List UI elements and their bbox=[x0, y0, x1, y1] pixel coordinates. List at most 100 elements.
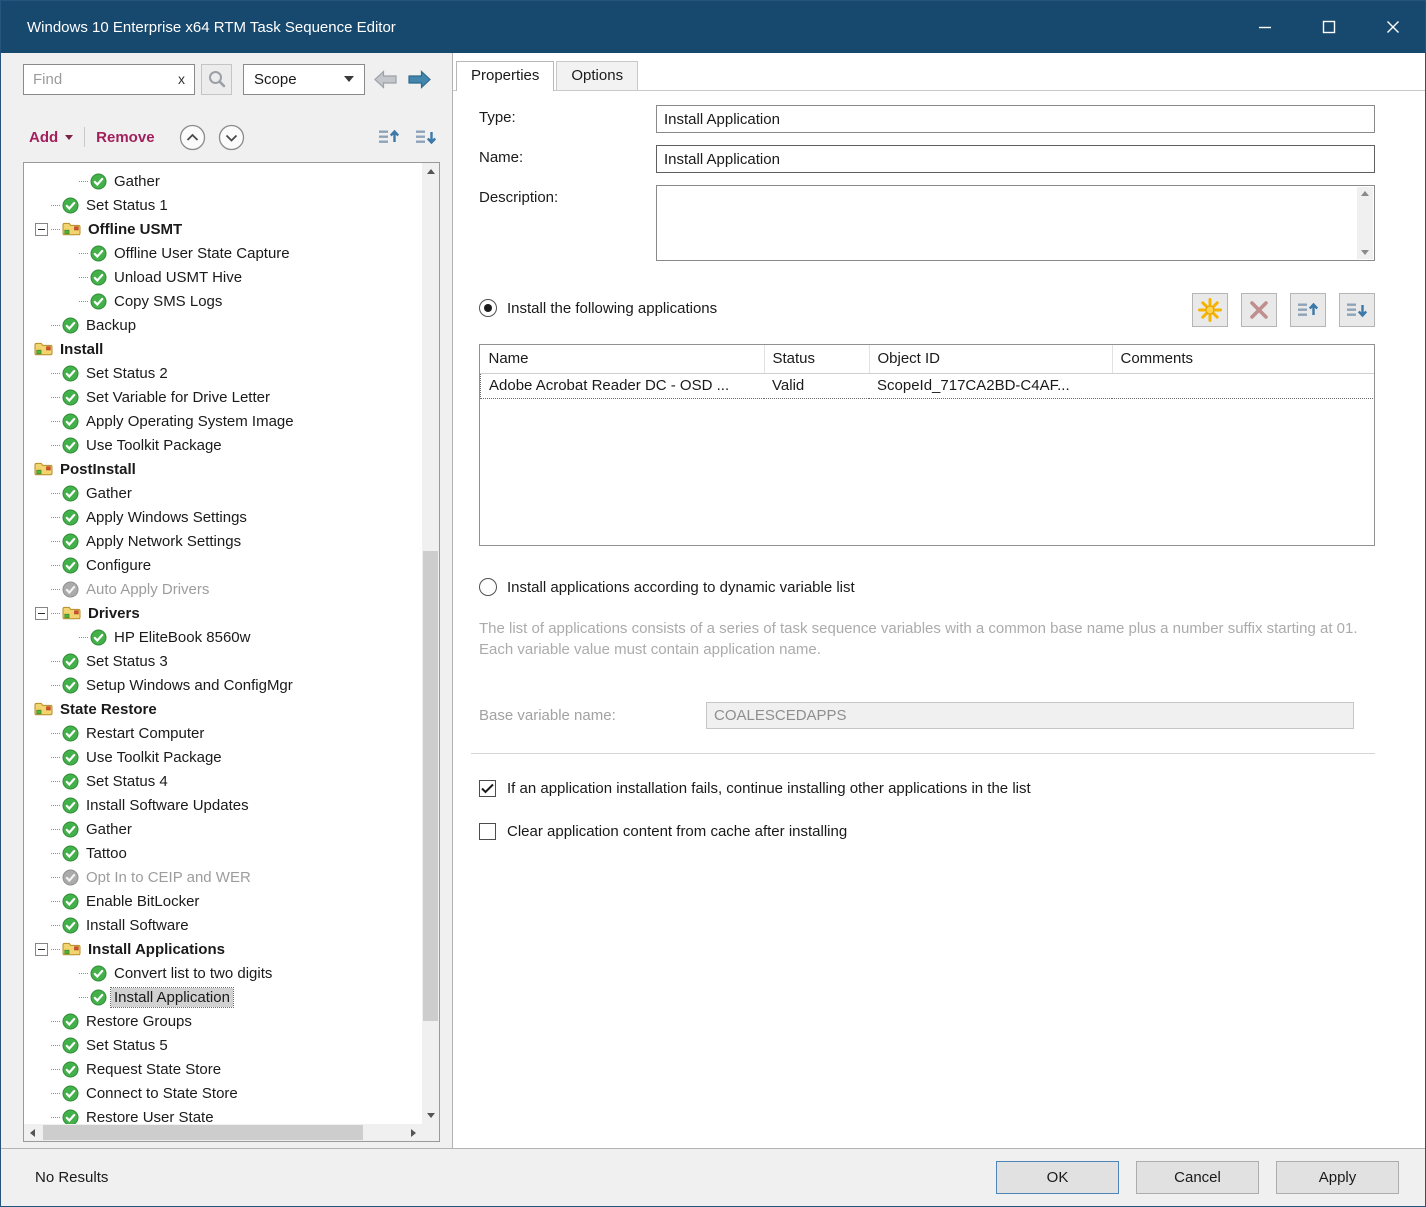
tree-step-item[interactable]: Apply Network Settings bbox=[30, 529, 422, 553]
remove-button[interactable]: Remove bbox=[96, 129, 154, 146]
tree-horizontal-scrollbar[interactable] bbox=[24, 1124, 422, 1141]
tree-step-item[interactable]: Install Software Updates bbox=[30, 793, 422, 817]
tree-step-item[interactable]: Use Toolkit Package bbox=[30, 433, 422, 457]
tree-step-item[interactable]: Set Status 3 bbox=[30, 649, 422, 673]
tree-step-item[interactable]: Enable BitLocker bbox=[30, 889, 422, 913]
tree-step-item[interactable]: Use Toolkit Package bbox=[30, 745, 422, 769]
tree-step-item[interactable]: Set Status 4 bbox=[30, 769, 422, 793]
close-button[interactable] bbox=[1361, 1, 1425, 53]
tree-step-item[interactable]: Setup Windows and ConfigMgr bbox=[30, 673, 422, 697]
tree-step-item[interactable]: Apply Operating System Image bbox=[30, 409, 422, 433]
tree-step-item[interactable]: Tattoo bbox=[30, 841, 422, 865]
tree-step-item[interactable]: Restore Groups bbox=[30, 1009, 422, 1033]
collapse-all-button[interactable] bbox=[179, 124, 206, 151]
tree-collapse-expander-icon[interactable] bbox=[35, 223, 48, 236]
tree-step-item[interactable]: Configure bbox=[30, 553, 422, 577]
list-column-header[interactable]: Comments bbox=[1112, 345, 1375, 374]
expand-all-button[interactable] bbox=[218, 124, 245, 151]
cancel-button[interactable]: Cancel bbox=[1136, 1161, 1259, 1194]
move-down-button[interactable] bbox=[412, 124, 440, 150]
tree-group-item[interactable]: State Restore bbox=[30, 697, 422, 721]
list-column-header[interactable]: Status bbox=[764, 345, 869, 374]
tree-step-item[interactable]: Set Status 1 bbox=[30, 193, 422, 217]
tree-group-item[interactable]: Install Applications bbox=[30, 937, 422, 961]
tree-step-item[interactable]: Restore User State bbox=[30, 1105, 422, 1124]
description-field[interactable] bbox=[657, 186, 1374, 260]
tree-vertical-scrollbar[interactable] bbox=[422, 163, 439, 1124]
search-button[interactable] bbox=[201, 64, 232, 95]
tree-connector bbox=[51, 925, 60, 926]
tree-step-item[interactable]: Set Status 5 bbox=[30, 1033, 422, 1057]
find-input[interactable]: Find x bbox=[23, 64, 195, 95]
apply-button[interactable]: Apply bbox=[1276, 1161, 1399, 1194]
tree-step-item[interactable]: Apply Windows Settings bbox=[30, 505, 422, 529]
minimize-button[interactable] bbox=[1233, 1, 1297, 53]
tree-item-label: Install Applications bbox=[85, 940, 228, 959]
tree-connector bbox=[51, 1093, 60, 1094]
tree-step-item[interactable]: Opt In to CEIP and WER bbox=[30, 865, 422, 889]
tree-item-label: Set Status 2 bbox=[83, 364, 171, 383]
tab-properties[interactable]: Properties bbox=[456, 61, 554, 91]
application-row[interactable]: Adobe Acrobat Reader DC - OSD ...ValidSc… bbox=[481, 374, 1376, 399]
tree-step-item[interactable]: Auto Apply Drivers bbox=[30, 577, 422, 601]
footer-bar: No Results OK Cancel Apply bbox=[1, 1148, 1425, 1206]
tree-step-item[interactable]: Gather bbox=[30, 169, 422, 193]
checkbox-continue-on-fail[interactable]: If an application installation fails, co… bbox=[479, 780, 1375, 797]
tree-group-item[interactable]: Drivers bbox=[30, 601, 422, 625]
tree-step-item[interactable]: Gather bbox=[30, 817, 422, 841]
tree-step-item[interactable]: Backup bbox=[30, 313, 422, 337]
checkbox-clear-cache[interactable]: Clear application content from cache aft… bbox=[479, 823, 1375, 840]
tree-step-item[interactable]: Install Application bbox=[30, 985, 422, 1009]
name-field[interactable] bbox=[656, 145, 1375, 173]
add-button[interactable]: Add bbox=[29, 129, 73, 146]
radio-install-following[interactable]: Install the following applications bbox=[479, 299, 717, 317]
triangle-down-icon[interactable] bbox=[1361, 250, 1369, 255]
find-previous-button[interactable] bbox=[372, 68, 399, 91]
tab-options[interactable]: Options bbox=[556, 61, 638, 90]
tree-step-item[interactable]: Restart Computer bbox=[30, 721, 422, 745]
radio-dynamic-list[interactable]: Install applications according to dynami… bbox=[479, 578, 1375, 596]
tree-collapse-expander-icon[interactable] bbox=[35, 607, 48, 620]
scroll-left-button[interactable] bbox=[24, 1124, 41, 1141]
tree-step-item[interactable]: Unload USMT Hive bbox=[30, 265, 422, 289]
titlebar[interactable]: Windows 10 Enterprise x64 RTM Task Seque… bbox=[1, 1, 1425, 53]
ok-button[interactable]: OK bbox=[996, 1161, 1119, 1194]
tree-group-item[interactable]: Install bbox=[30, 337, 422, 361]
tree-collapse-expander-icon[interactable] bbox=[35, 943, 48, 956]
tree-step-item[interactable]: Set Status 2 bbox=[30, 361, 422, 385]
scroll-up-button[interactable] bbox=[422, 163, 439, 180]
type-field[interactable] bbox=[656, 105, 1375, 133]
tree-step-item[interactable]: HP EliteBook 8560w bbox=[30, 625, 422, 649]
list-column-header[interactable]: Name bbox=[481, 345, 765, 374]
tree-step-item[interactable]: Connect to State Store bbox=[30, 1081, 422, 1105]
tree-connector bbox=[51, 541, 60, 542]
maximize-button[interactable] bbox=[1297, 1, 1361, 53]
tree-step-item[interactable]: Copy SMS Logs bbox=[30, 289, 422, 313]
tree-step-item[interactable]: Convert list to two digits bbox=[30, 961, 422, 985]
list-column-header[interactable]: Object ID bbox=[869, 345, 1112, 374]
triangle-up-icon bbox=[427, 169, 435, 174]
scroll-right-button[interactable] bbox=[405, 1124, 422, 1141]
triangle-up-icon[interactable] bbox=[1361, 191, 1369, 196]
tree-step-item[interactable]: Request State Store bbox=[30, 1057, 422, 1081]
find-next-button[interactable] bbox=[406, 68, 433, 91]
description-scrollbar[interactable] bbox=[1357, 187, 1373, 259]
scroll-down-button[interactable] bbox=[422, 1107, 439, 1124]
delete-application-button[interactable] bbox=[1241, 293, 1277, 327]
tree-step-item[interactable]: Gather bbox=[30, 481, 422, 505]
application-move-down-button[interactable] bbox=[1339, 293, 1375, 327]
move-up-button[interactable] bbox=[375, 124, 403, 150]
find-clear-button[interactable]: x bbox=[178, 71, 185, 87]
application-move-up-button[interactable] bbox=[1290, 293, 1326, 327]
tree-step-item[interactable]: Install Software bbox=[30, 913, 422, 937]
tree-item-label: Restore Groups bbox=[83, 1012, 195, 1031]
tree-group-item[interactable]: Offline USMT bbox=[30, 217, 422, 241]
tree-step-item[interactable]: Offline User State Capture bbox=[30, 241, 422, 265]
tree-item-label: Setup Windows and ConfigMgr bbox=[83, 676, 296, 695]
new-application-button[interactable] bbox=[1192, 293, 1228, 327]
tree-step-item[interactable]: Set Variable for Drive Letter bbox=[30, 385, 422, 409]
tree-group-item[interactable]: PostInstall bbox=[30, 457, 422, 481]
scope-dropdown[interactable]: Scope bbox=[243, 64, 365, 95]
vertical-scrollbar-thumb[interactable] bbox=[423, 551, 438, 1021]
horizontal-scrollbar-thumb[interactable] bbox=[43, 1125, 363, 1140]
